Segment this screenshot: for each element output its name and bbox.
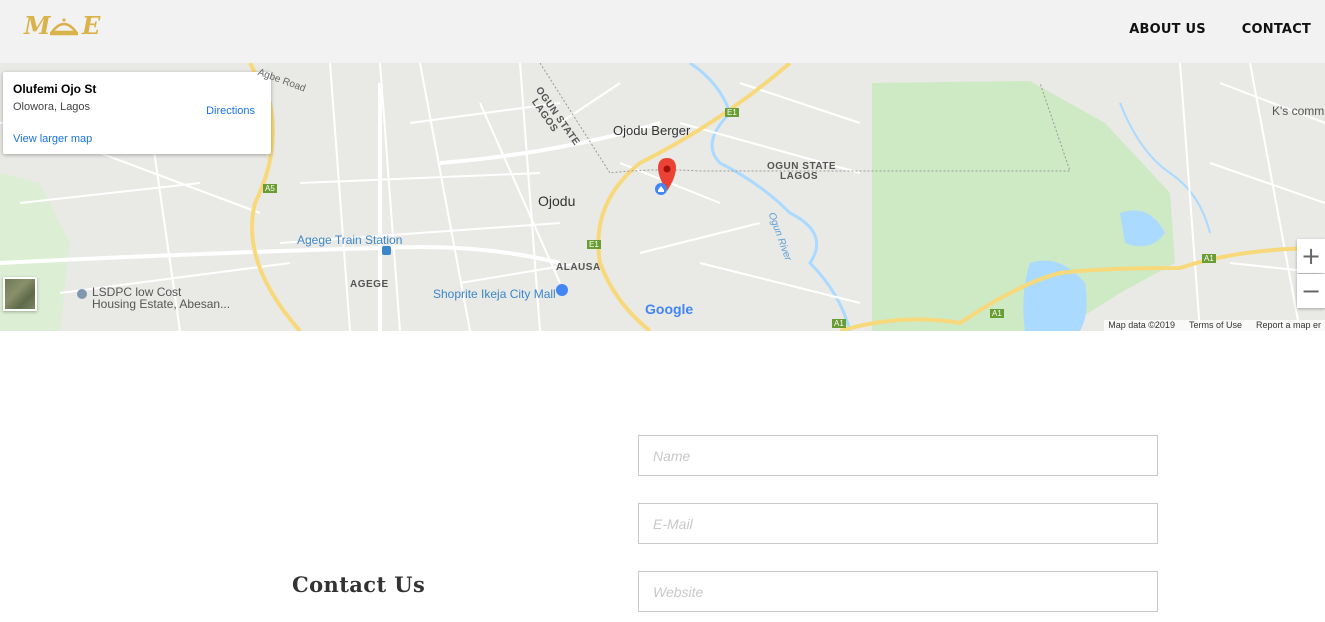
zoom-out-button[interactable]: −: [1297, 274, 1325, 308]
place-title: Olufemi Ojo St: [13, 82, 97, 96]
map-label-agege-train-station: Agege Train Station: [297, 233, 403, 247]
map-data-copyright: Map data ©2019: [1108, 320, 1175, 330]
map-label-shoprite: Shoprite Ikeja City Mall: [433, 287, 556, 301]
nav-about-us[interactable]: ABOUT US: [1129, 22, 1206, 37]
svg-text:E: E: [81, 11, 101, 40]
google-logo: Google: [645, 301, 693, 317]
map-label-alausa: ALAUSA: [556, 262, 601, 273]
contact-us-heading: Contact Us: [292, 572, 426, 597]
route-badge-a1-east: A1: [1202, 254, 1216, 263]
map-label-agege: AGEGE: [350, 279, 389, 290]
map-label-ks-comm: K's comm: [1272, 104, 1325, 118]
email-input[interactable]: [638, 503, 1158, 544]
directions-link[interactable]: Directions: [206, 105, 255, 117]
route-badge-e1-south: E1: [587, 240, 601, 249]
name-input[interactable]: [638, 435, 1158, 476]
zoom-in-button[interactable]: +: [1297, 239, 1325, 273]
google-logo-text: Google: [645, 301, 694, 317]
map-attribution: Map data ©2019 Terms of Use Report a map…: [1104, 320, 1325, 331]
place-info-card: Olufemi Ojo St Olowora, Lagos Directions…: [3, 72, 271, 154]
terms-of-use-link[interactable]: Terms of Use: [1189, 320, 1242, 331]
place-address: Olowora, Lagos: [13, 101, 91, 113]
svg-text:M: M: [23, 11, 52, 40]
route-badge-e1-north: E1: [725, 108, 739, 117]
route-badge-a5: A5: [263, 184, 277, 193]
nav-contact[interactable]: CONTACT: [1242, 22, 1311, 37]
logo-icon: M E: [23, 11, 101, 40]
view-larger-map-link[interactable]: View larger map: [13, 133, 92, 145]
main-nav: ABOUT US CONTACT: [1129, 22, 1311, 37]
embedded-map[interactable]: Olufemi Ojo St Olowora, Lagos Directions…: [0, 63, 1325, 331]
satellite-toggle-button[interactable]: [3, 277, 37, 311]
map-label-housing-estate: Housing Estate, Abesan...: [92, 297, 231, 311]
map-label-ojodu: Ojodu: [538, 193, 576, 209]
map-label-lagos: LAGOS: [780, 171, 819, 182]
site-logo[interactable]: M E: [22, 10, 108, 42]
report-map-error-link[interactable]: Report a map er: [1256, 320, 1321, 331]
route-badge-a1-middle: A1: [990, 309, 1004, 318]
site-header: M E ABOUT US CONTACT: [0, 0, 1325, 63]
map-label-ojodu-berger: Ojodu Berger: [613, 123, 691, 138]
route-badge-a1-west: A1: [832, 319, 846, 328]
website-input[interactable]: [638, 571, 1158, 612]
